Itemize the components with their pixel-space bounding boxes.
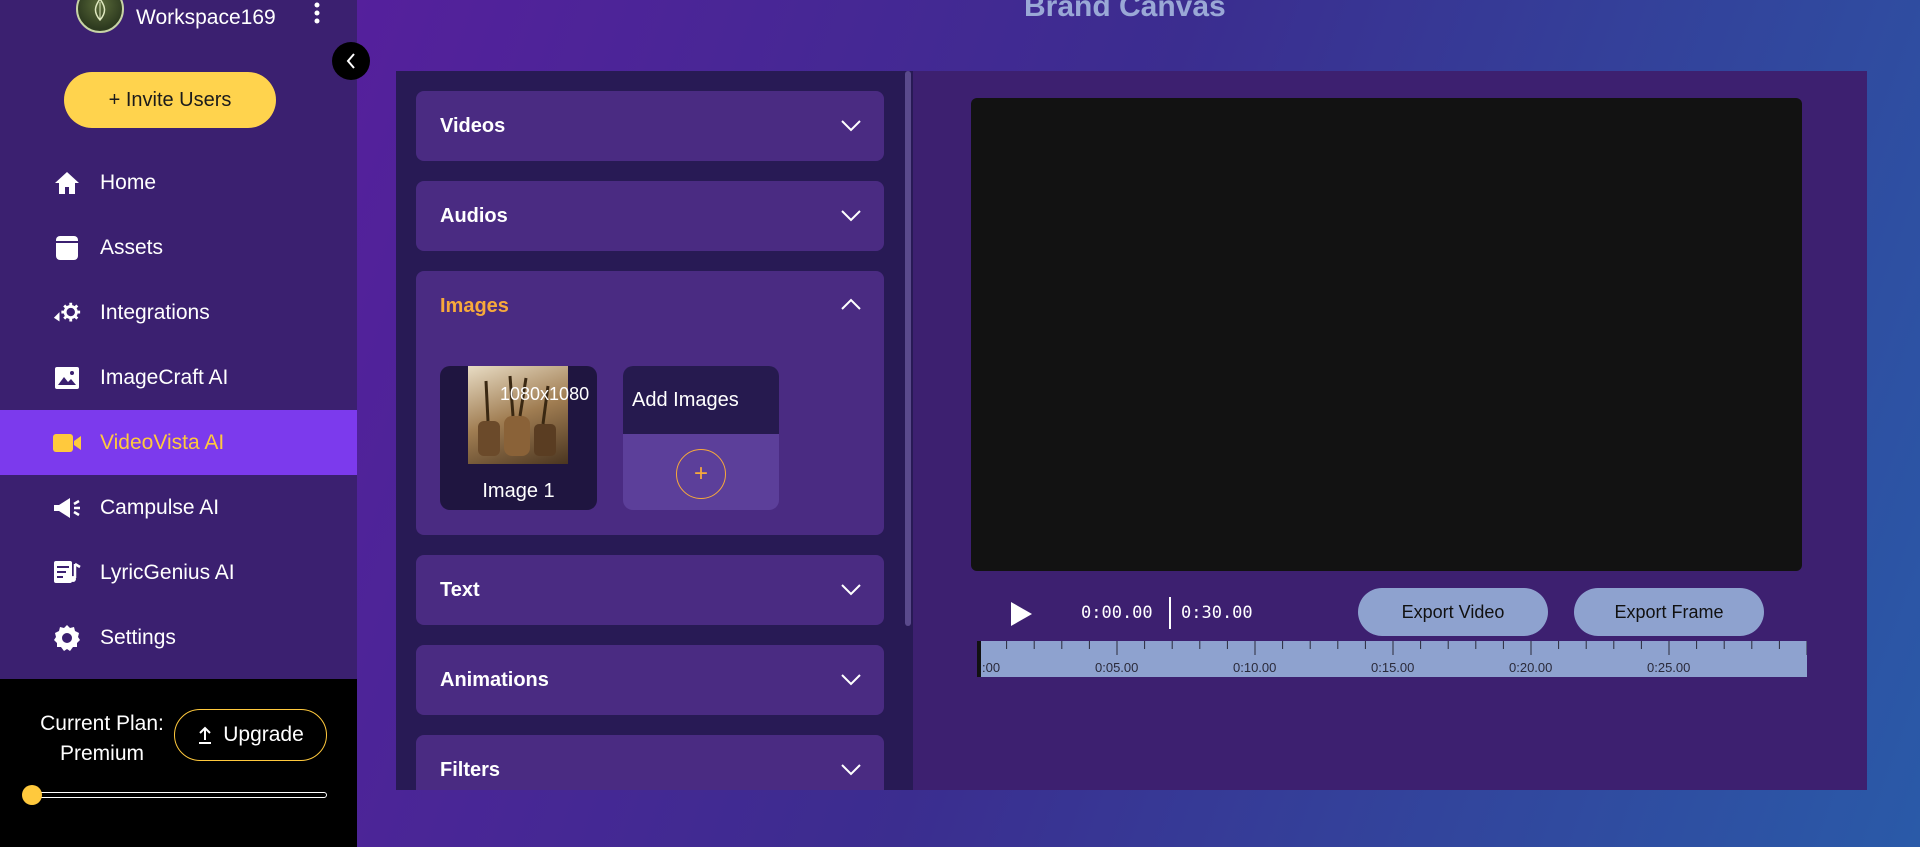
timeline-label: :00 — [982, 660, 1000, 675]
slider-track[interactable] — [32, 792, 327, 798]
section-audios[interactable]: Audios — [416, 181, 884, 251]
preview-panel: 0:00.00 0:30.00 Export Video Export Fram… — [913, 71, 1867, 790]
image-thumbnail[interactable] — [468, 366, 568, 464]
timeline-label: 0:25.00 — [1647, 660, 1690, 675]
play-icon — [1009, 601, 1033, 627]
sidebar-item-label: Campulse AI — [100, 495, 220, 519]
section-header[interactable]: Images — [416, 271, 884, 341]
upgrade-label: Upgrade — [223, 723, 304, 746]
section-header[interactable]: Filters — [416, 735, 884, 790]
upgrade-button[interactable]: Upgrade — [174, 709, 327, 761]
editor: Videos Audios Images 1080x1080 Image 1 A… — [396, 71, 1867, 790]
add-images-button[interactable]: + — [676, 449, 726, 499]
chevron-down-icon — [840, 115, 862, 138]
plan-label: Current Plan: — [40, 712, 164, 735]
collapse-sidebar-button[interactable] — [332, 42, 370, 80]
integrations-icon — [52, 298, 82, 328]
chevron-down-icon — [840, 579, 862, 602]
chevron-down-icon — [840, 759, 862, 782]
upload-icon — [197, 726, 213, 744]
sidebar-item-settings[interactable]: Settings — [0, 605, 357, 670]
sidebar-item-home[interactable]: Home — [0, 150, 357, 215]
play-button[interactable] — [1009, 601, 1033, 627]
plan-name: Premium — [59, 742, 144, 765]
current-time: 0:00.00 — [1081, 603, 1153, 623]
sidebar-item-label: Settings — [100, 625, 176, 649]
image-card[interactable]: 1080x1080 Image 1 — [440, 366, 597, 510]
workspace-name: Workspace169 — [136, 6, 276, 29]
gear-icon — [52, 623, 82, 653]
sidebar-item-label: ImageCraft AI — [100, 365, 229, 389]
section-title: Images — [440, 294, 509, 317]
sidebar-item-assets[interactable]: Assets — [0, 215, 357, 280]
section-header[interactable]: Audios — [416, 181, 884, 251]
sidebar-item-label: VideoVista AI — [100, 430, 225, 454]
main-area: Brand Canvas Videos Audios Images 1080x1… — [357, 0, 1920, 847]
add-images-label: Add Images — [623, 366, 779, 434]
section-title: Text — [440, 578, 480, 601]
assets-icon — [52, 233, 82, 263]
time-divider — [1169, 597, 1171, 629]
section-animations[interactable]: Animations — [416, 645, 884, 715]
sidebar-item-videovista[interactable]: VideoVista AI — [0, 410, 357, 475]
video-preview[interactable] — [971, 98, 1802, 571]
section-header[interactable]: Videos — [416, 91, 884, 161]
sidebar: Workspace169 + Invite Users Home Assets … — [0, 0, 357, 847]
sidebar-item-imagecraft[interactable]: ImageCraft AI — [0, 345, 357, 410]
timeline-playhead[interactable] — [977, 641, 981, 677]
page-title: Brand Canvas — [1024, 0, 1226, 23]
timeline-label: 0:10.00 — [1233, 660, 1276, 675]
section-images[interactable]: Images 1080x1080 Image 1 Add Images + — [416, 271, 884, 535]
plan-box: Current Plan: Premium Upgrade — [0, 679, 357, 847]
sidebar-item-integrations[interactable]: Integrations — [0, 280, 357, 345]
section-title: Animations — [440, 668, 549, 691]
image-dimensions: 1080x1080 — [500, 384, 590, 404]
total-time: 0:30.00 — [1181, 603, 1253, 623]
section-header[interactable]: Animations — [416, 645, 884, 715]
chevron-down-icon — [840, 205, 862, 228]
sidebar-item-lyricgenius[interactable]: LyricGenius AI — [0, 540, 357, 605]
chevron-up-icon — [840, 295, 862, 318]
megaphone-icon — [52, 493, 82, 523]
asset-panel: Videos Audios Images 1080x1080 Image 1 A… — [396, 71, 913, 790]
section-filters[interactable]: Filters — [416, 735, 884, 790]
add-images-card[interactable]: Add Images + — [623, 366, 779, 510]
chevron-down-icon — [840, 669, 862, 692]
sidebar-item-campulse[interactable]: Campulse AI — [0, 475, 357, 540]
image-label: Image 1 — [482, 480, 555, 502]
sidebar-item-label: LyricGenius AI — [100, 560, 235, 584]
invite-users-button[interactable]: + Invite Users — [64, 72, 276, 128]
workspace-header[interactable]: Workspace169 — [76, 0, 346, 36]
panel-scrollbar[interactable] — [905, 71, 911, 626]
more-options-icon[interactable] — [313, 2, 321, 28]
export-frame-button[interactable]: Export Frame — [1574, 588, 1764, 636]
plus-icon: + — [693, 460, 708, 487]
sidebar-item-label: Assets — [100, 235, 164, 259]
section-title: Audios — [440, 204, 508, 227]
section-title: Filters — [440, 758, 501, 781]
section-text[interactable]: Text — [416, 555, 884, 625]
image-icon — [52, 363, 82, 393]
export-video-button[interactable]: Export Video — [1358, 588, 1548, 636]
lyrics-icon — [52, 558, 82, 588]
chevron-left-icon — [345, 52, 357, 70]
timeline-label: 0:05.00 — [1095, 660, 1138, 675]
section-videos[interactable]: Videos — [416, 91, 884, 161]
current-plan: Current Plan: Premium — [28, 709, 176, 769]
video-camera-icon — [52, 428, 82, 458]
slider-handle[interactable] — [22, 785, 42, 805]
sidebar-item-label: Integrations — [100, 300, 210, 324]
timeline-label: 0:20.00 — [1509, 660, 1552, 675]
section-title: Videos — [440, 114, 506, 137]
timeline-label: 0:15.00 — [1371, 660, 1414, 675]
sidebar-nav: Home Assets Integrations ImageCraft AI V… — [0, 150, 357, 670]
workspace-logo — [76, 0, 124, 33]
timeline-ruler[interactable]: :00 0:05.00 0:10.00 0:15.00 0:20.00 0:25.00 — [977, 641, 1807, 677]
player-controls: 0:00.00 0:30.00 Export Video Export Fram… — [971, 583, 1802, 641]
section-header[interactable]: Text — [416, 555, 884, 625]
sidebar-item-label: Home — [100, 170, 157, 194]
home-icon — [52, 168, 82, 198]
